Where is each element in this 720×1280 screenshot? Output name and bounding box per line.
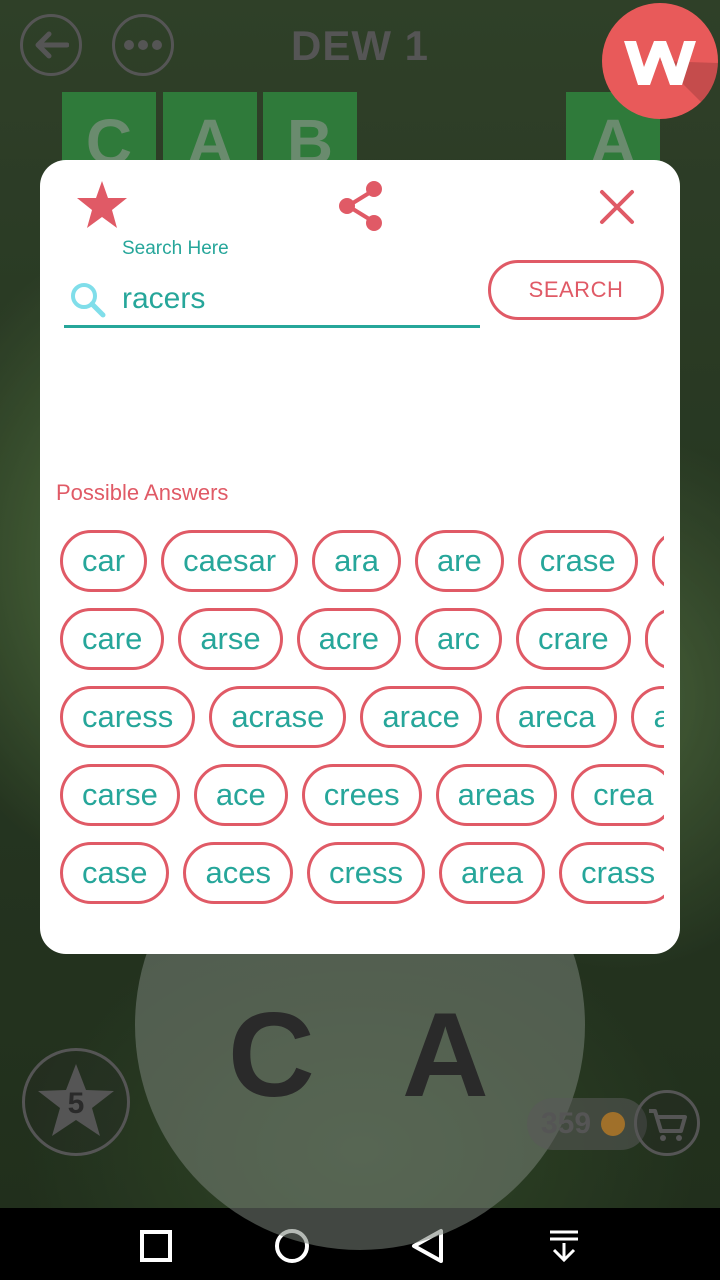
- answer-chip[interactable]: arc: [414, 608, 503, 670]
- coin-balance: 359: [527, 1098, 647, 1150]
- answer-chip[interactable]: ara: [312, 530, 401, 592]
- answer-row: care arse acre arc crare c: [60, 608, 664, 674]
- possible-answers-title: Possible Answers: [56, 480, 229, 505]
- answer-chip[interactable]: crare: [516, 608, 631, 670]
- answer-chip[interactable]: crea: [571, 764, 664, 826]
- answer-chip[interactable]: car: [60, 530, 148, 592]
- answer-chip[interactable]: carse: [60, 764, 180, 826]
- recents-icon[interactable]: [136, 1226, 176, 1266]
- wheel-letter[interactable]: C: [228, 986, 315, 1124]
- coin-count: 359: [541, 1107, 592, 1140]
- shop-button[interactable]: [634, 1090, 700, 1156]
- answer-chip[interactable]: crass: [559, 842, 664, 904]
- answer-chip[interactable]: area: [439, 842, 546, 904]
- share-button[interactable]: [336, 180, 386, 237]
- answer-chip[interactable]: caesar: [161, 530, 299, 592]
- coin-icon: [601, 1112, 625, 1136]
- search-input[interactable]: racers: [64, 272, 480, 328]
- search-icon: [71, 283, 106, 318]
- answer-chip[interactable]: are: [414, 530, 504, 592]
- search-dialog: Search Here racers SEARCH Possible Answe…: [40, 160, 680, 954]
- answer-chip[interactable]: arse: [178, 608, 283, 670]
- share-icon: [339, 181, 382, 231]
- close-icon: [600, 190, 634, 224]
- answer-row: case aces cress area crass: [60, 842, 664, 908]
- answer-chip[interactable]: c: [644, 608, 664, 670]
- answer-chip[interactable]: areca: [495, 686, 618, 748]
- answer-chip[interactable]: care: [60, 608, 165, 670]
- favorite-button[interactable]: [76, 180, 128, 235]
- search-value: racers: [122, 282, 206, 315]
- star-icon: [77, 181, 127, 228]
- answer-row: caress acrase arace areca a: [60, 686, 664, 752]
- answer-chip[interactable]: ace: [193, 764, 288, 826]
- answer-row: car caesar ara are crase c: [60, 530, 664, 596]
- answer-chip[interactable]: c: [651, 530, 664, 592]
- shopping-cart-icon: [649, 1109, 687, 1141]
- answer-chip[interactable]: acrase: [209, 686, 347, 748]
- answer-chip[interactable]: acre: [296, 608, 401, 670]
- search-label: Search Here: [122, 238, 229, 259]
- answer-chip[interactable]: crase: [517, 530, 638, 592]
- answer-chip[interactable]: case: [60, 842, 170, 904]
- wheel-letter[interactable]: A: [402, 986, 489, 1124]
- answer-chip[interactable]: arace: [360, 686, 482, 748]
- hint-count: 5: [67, 1087, 85, 1120]
- search-button[interactable]: SEARCH: [488, 260, 664, 320]
- answer-chip[interactable]: crees: [301, 764, 422, 826]
- hint-star-button[interactable]: 5: [22, 1048, 130, 1156]
- answer-chip[interactable]: a: [631, 686, 664, 748]
- answers-grid: car caesar ara are crase c care arse acr…: [60, 530, 664, 920]
- notification-down-icon[interactable]: [544, 1226, 584, 1266]
- app-logo: [602, 3, 718, 119]
- answer-chip[interactable]: areas: [435, 764, 558, 826]
- answer-row: carse ace crees areas crea: [60, 764, 664, 830]
- answer-chip[interactable]: cress: [306, 842, 426, 904]
- answer-chip[interactable]: aces: [183, 842, 293, 904]
- answer-chip[interactable]: caress: [60, 686, 196, 748]
- close-button[interactable]: [598, 188, 636, 231]
